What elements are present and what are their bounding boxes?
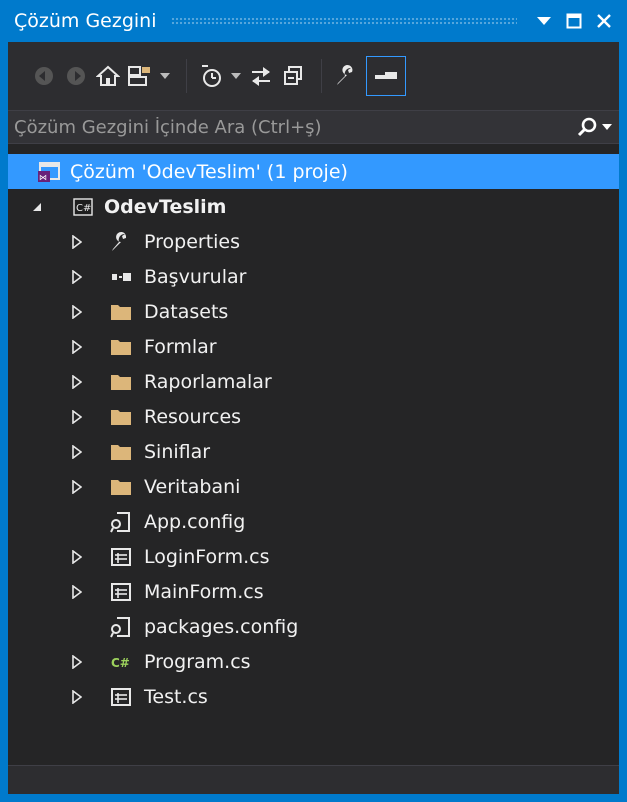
tree-item-label: Test.cs	[144, 685, 208, 708]
close-icon[interactable]	[589, 0, 619, 42]
folder-icon	[108, 301, 134, 323]
tree-item-label: Program.cs	[144, 650, 251, 673]
config-file-icon	[108, 511, 134, 533]
back-icon[interactable]	[30, 56, 58, 96]
form-icon	[108, 546, 134, 568]
solution-icon: ⋈	[36, 161, 62, 183]
folder-icon	[108, 336, 134, 358]
tree-item-formlar[interactable]: Formlar	[8, 329, 619, 364]
tree-item-packages-config[interactable]: packages.config	[8, 609, 619, 644]
folder-icon	[108, 406, 134, 428]
tree-item-label: packages.config	[144, 615, 299, 638]
toolbar-separator	[186, 59, 187, 93]
expanded-triangle-icon[interactable]	[30, 199, 44, 215]
references-icon	[108, 266, 134, 288]
tree-item-label: Raporlamalar	[144, 370, 272, 393]
folder-icon	[108, 371, 134, 393]
tree-item-properties[interactable]: Properties	[8, 224, 619, 259]
collapsed-triangle-icon[interactable]	[70, 654, 84, 670]
search-input[interactable]	[8, 115, 575, 139]
tree-item-project[interactable]: C# OdevTeslim	[8, 189, 619, 224]
tree-item-veritabani[interactable]: Veritabani	[8, 469, 619, 504]
form-icon	[108, 581, 134, 603]
collapsed-triangle-icon[interactable]	[70, 304, 84, 320]
tree-item-label: Formlar	[144, 335, 217, 358]
tree-item-label: Veritabani	[144, 475, 241, 498]
tree-item-app-config[interactable]: App.config	[8, 504, 619, 539]
tree-item-test-cs[interactable]: Test.cs	[8, 679, 619, 714]
collapsed-triangle-icon[interactable]	[70, 234, 84, 250]
forward-icon[interactable]	[62, 56, 90, 96]
collapsed-triangle-icon[interactable]	[70, 549, 84, 565]
tree-item-label: Çözüm 'OdevTeslim' (1 proje)	[70, 160, 348, 183]
csharp-file-icon: C#	[108, 651, 134, 673]
tree-item-datasets[interactable]: Datasets	[8, 294, 619, 329]
tree-item-resources[interactable]: Resources	[8, 399, 619, 434]
tree-item-loginform-cs[interactable]: LoginForm.cs	[8, 539, 619, 574]
tree-item-label: App.config	[144, 510, 246, 533]
drag-grip[interactable]	[170, 17, 517, 25]
svg-text:C#: C#	[111, 656, 130, 670]
tree-item-label: Resources	[144, 405, 242, 428]
tree-item-label: OdevTeslim	[104, 195, 227, 218]
collapsed-triangle-icon[interactable]	[70, 339, 84, 355]
panel-title: Çözüm Gezgini	[14, 10, 157, 32]
collapsed-triangle-icon[interactable]	[70, 374, 84, 390]
folder-icon	[108, 441, 134, 463]
tree-item-label: Başvurular	[144, 265, 247, 288]
dropdown-arrow-icon[interactable]	[529, 0, 559, 42]
preview-selected-items-icon[interactable]	[366, 56, 406, 96]
tree-item-label: Properties	[144, 230, 241, 253]
config-file-icon	[108, 616, 134, 638]
tree-item-label: MainForm.cs	[144, 580, 264, 603]
tree-item-siniflar[interactable]: Siniflar	[8, 434, 619, 469]
tree-item-raporlamalar[interactable]: Raporlamalar	[8, 364, 619, 399]
switch-views-icon[interactable]	[126, 56, 154, 96]
collapsed-triangle-icon[interactable]	[70, 409, 84, 425]
collapsed-triangle-icon[interactable]	[70, 479, 84, 495]
switch-views-dropdown-icon[interactable]	[158, 56, 172, 96]
solution-explorer-panel: Çözüm Gezgini Çözüm Gezgini İçinde Ara (…	[0, 0, 627, 802]
tree-item-program-cs[interactable]: C# Program.cs	[8, 644, 619, 679]
collapsed-triangle-icon[interactable]	[70, 269, 84, 285]
pending-changes-dropdown-icon[interactable]	[229, 56, 243, 96]
panel-bottom-edge	[8, 765, 619, 794]
form-icon	[108, 686, 134, 708]
tree-item-label: LoginForm.cs	[144, 545, 270, 568]
search-icon[interactable]	[575, 117, 599, 137]
tree-item-ba-vurular[interactable]: Başvurular	[8, 259, 619, 294]
wrench-icon	[108, 231, 134, 253]
title-bar[interactable]: Çözüm Gezgini	[8, 0, 619, 42]
csharp-project-icon: C#	[70, 196, 96, 218]
svg-text:C#: C#	[76, 203, 91, 214]
collapse-all-icon[interactable]	[279, 56, 307, 96]
search-bar	[8, 110, 619, 144]
solution-tree: ⋈ Çözüm 'OdevTeslim' (1 proje) C# OdevTe…	[8, 154, 619, 714]
collapsed-triangle-icon[interactable]	[70, 689, 84, 705]
toolbar-separator	[321, 59, 322, 93]
sync-with-active-document-icon[interactable]	[247, 56, 275, 96]
collapsed-triangle-icon[interactable]	[70, 584, 84, 600]
maximize-icon[interactable]	[559, 0, 589, 42]
tree-item-solution[interactable]: ⋈ Çözüm 'OdevTeslim' (1 proje)	[8, 154, 619, 189]
tree-item-label: Siniflar	[144, 440, 211, 463]
properties-icon[interactable]	[332, 56, 360, 96]
tree-item-label: Datasets	[144, 300, 229, 323]
svg-text:⋈: ⋈	[39, 173, 47, 182]
toolbar	[8, 42, 619, 110]
folder-icon	[108, 476, 134, 498]
search-options-dropdown-icon[interactable]	[599, 123, 615, 131]
collapsed-triangle-icon[interactable]	[70, 444, 84, 460]
pending-changes-icon[interactable]	[197, 56, 225, 96]
tree-item-mainform-cs[interactable]: MainForm.cs	[8, 574, 619, 609]
home-icon[interactable]	[94, 56, 122, 96]
